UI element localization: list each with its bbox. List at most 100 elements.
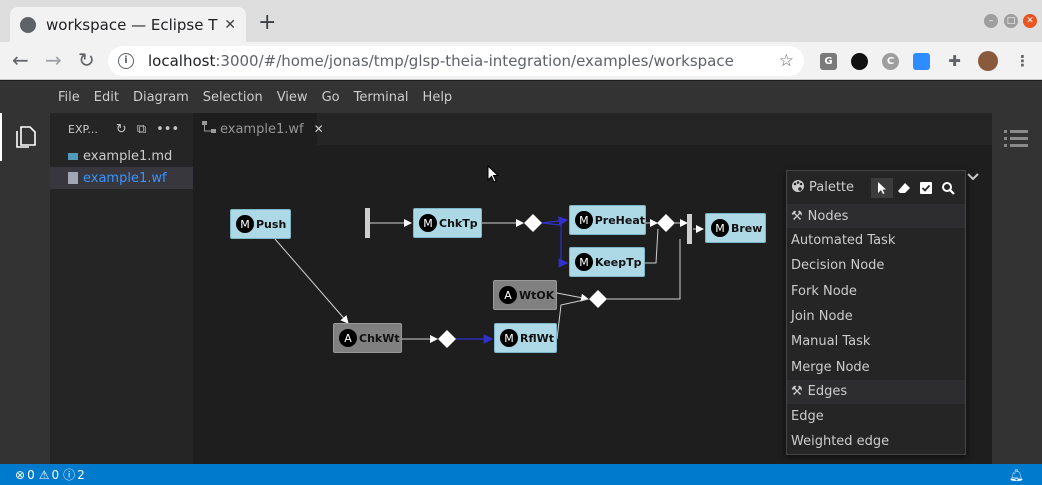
maximize-button[interactable]: □ bbox=[1004, 14, 1018, 28]
palette-icon bbox=[791, 179, 805, 197]
eraser-tool-icon[interactable] bbox=[893, 178, 915, 198]
palette-item-merge-node[interactable]: Merge Node bbox=[787, 354, 965, 379]
task-badge: M bbox=[575, 211, 593, 229]
merge-node[interactable] bbox=[657, 214, 675, 232]
more-actions-icon[interactable]: ••• bbox=[156, 122, 179, 137]
chevron-down-icon[interactable] bbox=[967, 173, 979, 181]
join-node[interactable] bbox=[687, 214, 692, 244]
menu-diagram[interactable]: Diagram bbox=[126, 90, 196, 105]
diagram-file-icon bbox=[202, 121, 216, 137]
weighted-edge[interactable] bbox=[541, 222, 569, 268]
decision-node[interactable] bbox=[524, 214, 542, 232]
fork-node[interactable] bbox=[365, 208, 370, 238]
status-bar: ⊗ 0 ⚠ 0 ⓘ 2 🔔︎ bbox=[0, 464, 1042, 485]
markdown-file-icon bbox=[68, 152, 78, 160]
collapse-all-icon[interactable]: ⧉ bbox=[137, 122, 146, 137]
task-node-push[interactable]: M Push bbox=[230, 209, 291, 239]
window-close-button[interactable]: ✕ bbox=[1023, 14, 1037, 28]
task-node-keeptp[interactable]: M KeepTp bbox=[569, 247, 645, 277]
decision-node[interactable] bbox=[438, 330, 456, 348]
task-label: WtOK bbox=[519, 288, 555, 302]
task-badge: M bbox=[711, 219, 729, 237]
palette-group-label: Edges bbox=[807, 384, 848, 400]
search-icon[interactable] bbox=[937, 178, 959, 198]
edge[interactable] bbox=[556, 292, 589, 302]
palette-title: Palette bbox=[809, 180, 855, 195]
menu-view[interactable]: View bbox=[270, 90, 315, 105]
hammer-icon: ⚒ bbox=[791, 384, 803, 400]
outline-list-icon[interactable] bbox=[1004, 129, 1028, 153]
zoom-extension-icon[interactable] bbox=[913, 53, 930, 70]
task-node-chktp[interactable]: M ChkTp bbox=[413, 208, 482, 238]
info-count[interactable]: 2 bbox=[77, 468, 85, 482]
errors-icon[interactable]: ⊗ bbox=[15, 468, 25, 482]
task-badge: M bbox=[575, 253, 593, 271]
warning-icon[interactable]: ⚠ bbox=[39, 468, 50, 482]
menu-edit[interactable]: Edit bbox=[87, 90, 126, 105]
validate-checkbox-icon[interactable] bbox=[915, 178, 937, 198]
pointer-tool-icon[interactable] bbox=[871, 178, 893, 198]
editor-tab-example1-wf[interactable]: example1.wf ✕ bbox=[193, 113, 324, 145]
site-info-icon[interactable]: i bbox=[118, 53, 134, 69]
bookmark-star-icon[interactable]: ☆ bbox=[779, 51, 794, 71]
task-label: Push bbox=[256, 217, 287, 231]
minimize-button[interactable]: – bbox=[984, 14, 998, 28]
palette-item-manual-task[interactable]: Manual Task bbox=[787, 329, 965, 354]
back-arrow-icon[interactable]: ← bbox=[12, 48, 29, 72]
palette-item-weighted-edge[interactable]: Weighted edge bbox=[787, 429, 965, 454]
edge[interactable] bbox=[556, 298, 589, 340]
task-node-preheat[interactable]: M PreHeat bbox=[569, 205, 646, 235]
merge-node[interactable] bbox=[589, 290, 607, 308]
browser-tab[interactable]: workspace — Eclipse Theia ✕ bbox=[10, 7, 246, 42]
file-item-md[interactable]: example1.md bbox=[50, 145, 193, 167]
menu-selection[interactable]: Selection bbox=[196, 90, 270, 105]
extension-c-icon[interactable]: C bbox=[882, 53, 899, 70]
menu-terminal[interactable]: Terminal bbox=[347, 90, 416, 105]
menu-help[interactable]: Help bbox=[416, 90, 460, 105]
extensions-puzzle-icon[interactable]: ✚ bbox=[946, 53, 963, 70]
task-label: Brew bbox=[731, 221, 763, 235]
kebab-menu-icon[interactable]: ⋮ bbox=[1014, 53, 1031, 70]
edge[interactable] bbox=[274, 238, 349, 324]
url-path: :3000/#/home/jonas/tmp/glsp-theia-integr… bbox=[215, 52, 734, 70]
file-icon bbox=[68, 172, 78, 184]
extension-g-icon[interactable]: G bbox=[820, 53, 837, 70]
info-icon[interactable]: ⓘ bbox=[63, 466, 75, 483]
close-editor-tab-icon[interactable]: ✕ bbox=[314, 122, 324, 136]
palette-group-edges[interactable]: ⚒ Edges bbox=[787, 379, 965, 404]
menu-go[interactable]: Go bbox=[315, 90, 347, 105]
editor-tab-bar: example1.wf ✕ bbox=[193, 113, 992, 145]
task-node-rflwt[interactable]: M RflWt bbox=[494, 323, 557, 353]
address-bar[interactable]: i localhost:3000/#/home/jonas/tmp/glsp-t… bbox=[108, 46, 804, 76]
mouse-cursor-icon bbox=[487, 165, 499, 183]
url-host: localhost bbox=[148, 52, 216, 70]
reload-icon[interactable]: ↻ bbox=[78, 48, 95, 72]
extension-dark-icon[interactable] bbox=[851, 53, 868, 70]
palette-item-decision-node[interactable]: Decision Node bbox=[787, 253, 965, 278]
file-item-wf[interactable]: example1.wf bbox=[50, 167, 193, 189]
error-count[interactable]: 0 bbox=[27, 468, 35, 482]
notification-bell-icon[interactable]: 🔔︎ bbox=[1009, 468, 1024, 482]
palette-item-fork-node[interactable]: Fork Node bbox=[787, 279, 965, 304]
edge[interactable] bbox=[645, 228, 659, 264]
weighted-edge[interactable] bbox=[541, 216, 569, 226]
explorer-panel: EXP... ↻ ⧉ ••• example1.md example1.wf bbox=[50, 113, 193, 464]
task-node-chkwt[interactable]: A ChkWt bbox=[333, 323, 402, 353]
palette-group-nodes[interactable]: ⚒ Nodes bbox=[787, 204, 965, 228]
palette-item-edge[interactable]: Edge bbox=[787, 404, 965, 429]
menu-file[interactable]: File bbox=[51, 90, 87, 105]
task-node-wtok[interactable]: A WtOK bbox=[493, 280, 557, 310]
forward-arrow-icon[interactable]: → bbox=[45, 48, 62, 72]
hammer-icon: ⚒ bbox=[791, 208, 803, 224]
explorer-files-icon[interactable] bbox=[0, 113, 50, 161]
palette-item-automated-task[interactable]: Automated Task bbox=[787, 228, 965, 253]
avatar[interactable] bbox=[978, 51, 998, 71]
file-label: example1.md bbox=[83, 148, 173, 164]
close-tab-icon[interactable]: ✕ bbox=[224, 17, 236, 33]
task-label: PreHeat bbox=[594, 213, 645, 227]
palette-item-join-node[interactable]: Join Node bbox=[787, 304, 965, 329]
warning-count[interactable]: 0 bbox=[51, 468, 59, 482]
new-tab-button[interactable]: + bbox=[258, 10, 276, 35]
refresh-icon[interactable]: ↻ bbox=[116, 122, 127, 137]
task-node-brew[interactable]: M Brew bbox=[705, 213, 766, 243]
